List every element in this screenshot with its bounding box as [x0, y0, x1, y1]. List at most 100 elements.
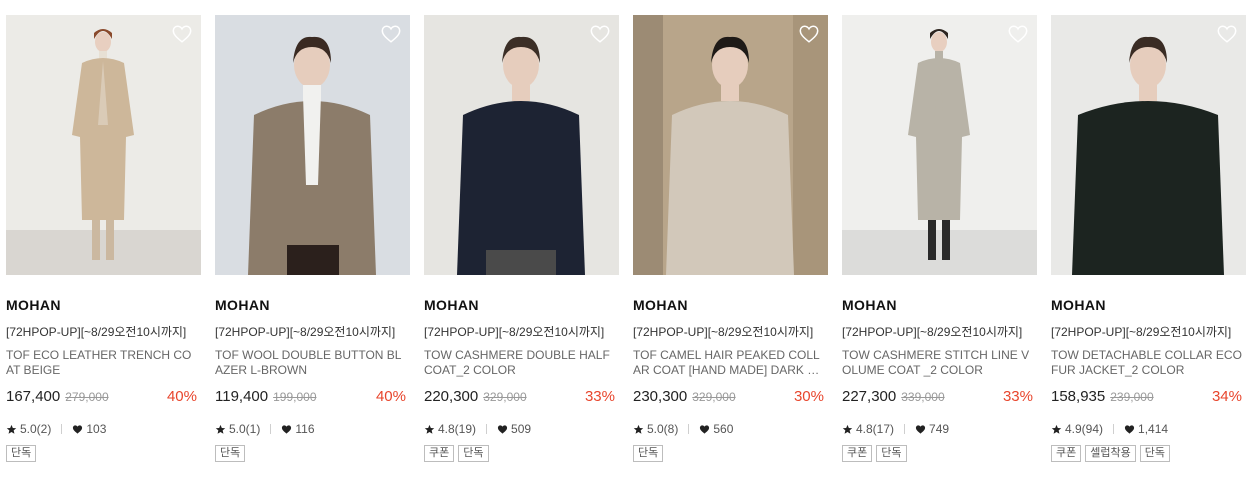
discount-rate: 40% [375, 388, 406, 405]
like-count: 1,414 [1138, 422, 1169, 436]
product-name[interactable]: TOW CASHMERE DOUBLE HALF COAT_2 COLOR [424, 348, 619, 380]
product-tag: 단독 [633, 445, 664, 462]
product-card[interactable]: MOHAN [72HPOP-UP][~8/29오전10시까지] TOW CASH… [424, 15, 619, 462]
rating: 4.9(94) [1065, 422, 1104, 436]
tag-list: 쿠폰 단독 [424, 445, 619, 462]
product-name[interactable]: TOF CAMEL HAIR PEAKED COLLAR COAT [HAND … [633, 348, 828, 380]
tag-list: 쿠폰 셀럽착용 단독 [1051, 445, 1246, 462]
wishlist-heart-icon[interactable] [798, 23, 820, 45]
rating: 5.0(8) [647, 422, 679, 436]
product-photo[interactable] [6, 15, 201, 275]
original-price: 199,000 [273, 390, 317, 404]
wishlist-heart-icon[interactable] [171, 23, 193, 45]
product-tag: 단독 [458, 445, 489, 462]
product-image[interactable] [6, 15, 201, 275]
original-price: 339,000 [901, 390, 945, 404]
brand-name[interactable]: MOHAN [1051, 297, 1246, 313]
product-tag: 셀럽착용 [1085, 445, 1136, 462]
product-photo[interactable] [424, 15, 619, 275]
heart-icon [497, 424, 508, 435]
divider [904, 424, 906, 434]
product-image[interactable] [842, 15, 1037, 275]
product-tag: 쿠폰 [424, 445, 455, 462]
promo-label: [72HPOP-UP][~8/29오전10시까지] [215, 325, 396, 339]
promo-label: [72HPOP-UP][~8/29오전10시까지] [6, 325, 187, 339]
product-tag: 단독 [215, 445, 246, 462]
product-image[interactable] [215, 15, 410, 275]
divider [1113, 424, 1115, 434]
tag-list: 쿠폰 단독 [842, 445, 1037, 462]
product-photo[interactable] [1051, 15, 1246, 275]
discount-rate: 40% [166, 388, 197, 405]
product-grid: MOHAN [72HPOP-UP][~8/29오전10시까지] TOF ECO … [0, 0, 1256, 498]
product-photo[interactable] [215, 15, 410, 275]
like-count: 509 [511, 422, 532, 436]
product-photo[interactable] [633, 15, 828, 275]
brand-name[interactable]: MOHAN [633, 297, 828, 313]
product-card[interactable]: MOHAN [72HPOP-UP][~8/29오전10시까지] TOF ECO … [6, 15, 201, 462]
heart-icon [1124, 424, 1135, 435]
heart-icon [72, 424, 83, 435]
product-image[interactable] [1051, 15, 1246, 275]
original-price: 329,000 [692, 390, 736, 404]
product-card[interactable]: MOHAN [72HPOP-UP][~8/29오전10시까지] TOF CAME… [633, 15, 828, 462]
star-icon [6, 424, 17, 435]
meta-row: 5.0(1) 116 [215, 421, 410, 437]
price-row: 230,300 329,000 30% [633, 388, 828, 408]
discount-rate: 30% [793, 388, 824, 405]
product-card[interactable]: MOHAN [72HPOP-UP][~8/29오전10시까지] TOW CASH… [842, 15, 1037, 462]
wishlist-heart-icon[interactable] [1007, 23, 1029, 45]
product-name[interactable]: TOW CASHMERE STITCH LINE VOLUME COAT _2 … [842, 348, 1037, 380]
rating: 4.8(19) [438, 422, 477, 436]
product-image[interactable] [633, 15, 828, 275]
discount-rate: 33% [584, 388, 615, 405]
sale-price: 220,300 [424, 388, 479, 405]
star-icon [842, 424, 853, 435]
brand-name[interactable]: MOHAN [215, 297, 410, 313]
star-icon [424, 424, 435, 435]
brand-name[interactable]: MOHAN [424, 297, 619, 313]
brand-name[interactable]: MOHAN [6, 297, 201, 313]
like-count: 749 [929, 422, 950, 436]
meta-row: 4.9(94) 1,414 [1051, 421, 1246, 437]
meta-row: 5.0(2) 103 [6, 421, 201, 437]
price-row: 119,400 199,000 40% [215, 388, 410, 408]
product-name[interactable]: TOW DETACHABLE COLLAR ECO FUR JACKET_2 C… [1051, 348, 1246, 380]
promo-label: [72HPOP-UP][~8/29오전10시까지] [633, 325, 814, 339]
meta-row: 5.0(8) 560 [633, 421, 828, 437]
rating: 5.0(2) [20, 422, 52, 436]
product-tag: 단독 [876, 445, 907, 462]
discount-rate: 34% [1211, 388, 1242, 405]
like-count: 116 [295, 422, 315, 436]
wishlist-heart-icon[interactable] [1216, 23, 1238, 45]
sale-price: 230,300 [633, 388, 688, 405]
product-card[interactable]: MOHAN [72HPOP-UP][~8/29오전10시까지] TOW DETA… [1051, 15, 1246, 462]
wishlist-heart-icon[interactable] [589, 23, 611, 45]
product-name[interactable]: TOF ECO LEATHER TRENCH COAT BEIGE [6, 348, 201, 380]
tag-list: 단독 [215, 445, 410, 462]
product-card[interactable]: MOHAN [72HPOP-UP][~8/29오전10시까지] TOF WOOL… [215, 15, 410, 462]
product-photo[interactable] [842, 15, 1037, 275]
product-tag: 쿠폰 [1051, 445, 1082, 462]
brand-name[interactable]: MOHAN [842, 297, 1037, 313]
product-tag: 쿠폰 [842, 445, 873, 462]
divider [688, 424, 690, 434]
original-price: 279,000 [65, 390, 109, 404]
price-row: 227,300 339,000 33% [842, 388, 1037, 408]
rating: 4.8(17) [856, 422, 895, 436]
wishlist-heart-icon[interactable] [380, 23, 402, 45]
tag-list: 단독 [633, 445, 828, 462]
heart-icon [281, 424, 292, 435]
original-price: 329,000 [483, 390, 527, 404]
price-row: 167,400 279,000 40% [6, 388, 201, 408]
heart-icon [915, 424, 926, 435]
product-image[interactable] [424, 15, 619, 275]
like-count: 560 [713, 422, 734, 436]
product-name[interactable]: TOF WOOL DOUBLE BUTTON BLAZER L-BROWN [215, 348, 410, 380]
sale-price: 227,300 [842, 388, 897, 405]
rating: 5.0(1) [229, 422, 261, 436]
sale-price: 167,400 [6, 388, 61, 405]
like-count: 103 [86, 422, 107, 436]
tag-list: 단독 [6, 445, 201, 462]
meta-row: 4.8(19) 509 [424, 421, 619, 437]
